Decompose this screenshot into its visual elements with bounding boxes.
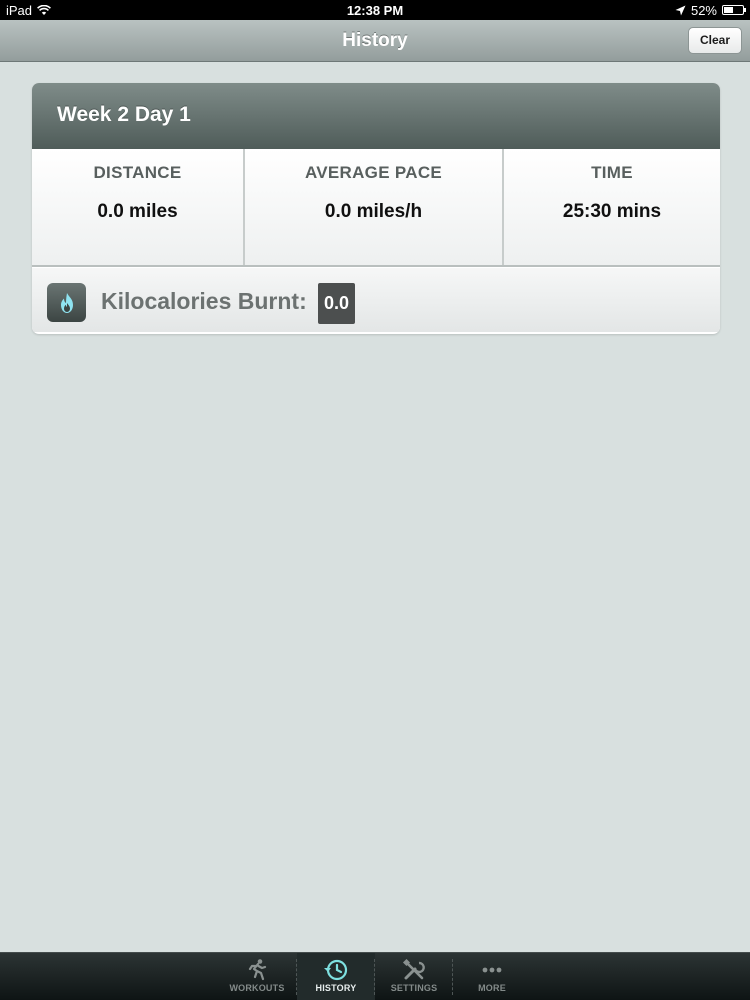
stat-label: DISTANCE: [93, 163, 182, 182]
tab-bar: WORKOUTS HISTORY SETTINGS MORE: [0, 952, 750, 1000]
tab-label: HISTORY: [315, 983, 357, 993]
more-dots-icon: [453, 953, 531, 983]
stat-time: TIME 25:30 mins: [504, 149, 720, 265]
kilocalories-label: Kilocalories Burnt:: [101, 288, 307, 314]
stat-distance: DISTANCE 0.0 miles: [32, 149, 245, 265]
tab-label: SETTINGS: [390, 983, 438, 993]
wifi-icon: [37, 4, 51, 15]
kilocalories-row: Kilocalories Burnt: 0.0: [32, 267, 720, 332]
status-right: 52%: [675, 2, 746, 18]
stats-row: DISTANCE 0.0 miles AVERAGE PACE 0.0 mile…: [32, 149, 720, 267]
stat-label: AVERAGE PACE: [304, 163, 443, 182]
clock-history-icon: [297, 953, 375, 983]
tools-icon: [375, 953, 453, 983]
tab-more[interactable]: MORE: [453, 953, 531, 1000]
stat-value: 0.0 miles: [97, 201, 178, 222]
stat-value: 0.0 miles/h: [324, 201, 423, 222]
stat-value: 25:30 mins: [562, 201, 662, 222]
stat-label: TIME: [591, 163, 633, 182]
tab-workouts[interactable]: WORKOUTS: [218, 953, 296, 1000]
status-time: 12:38 PM: [346, 2, 404, 18]
stat-average-pace: AVERAGE PACE 0.0 miles/h: [245, 149, 504, 265]
battery-fill: [724, 7, 734, 13]
kilocalories-value: 0.0: [318, 283, 355, 324]
nav-title: History: [342, 30, 408, 51]
tab-history[interactable]: HISTORY: [297, 953, 375, 1000]
history-entry-card[interactable]: Week 2 Day 1 DISTANCE 0.0 miles AVERAGE …: [32, 83, 720, 334]
runner-icon: [218, 953, 296, 983]
entry-title: Week 2 Day 1: [32, 83, 720, 149]
tab-label: MORE: [478, 983, 506, 993]
device-name: iPad: [6, 2, 33, 18]
status-left: iPad: [6, 3, 51, 18]
nav-bar: History Clear: [0, 20, 750, 62]
tab-label: WORKOUTS: [229, 983, 285, 993]
battery-icon: [722, 5, 746, 15]
tab-settings[interactable]: SETTINGS: [375, 953, 453, 1000]
flame-icon: [47, 283, 86, 322]
location-arrow-icon: [675, 5, 686, 15]
status-bar: iPad 12:38 PM 52%: [0, 0, 750, 20]
battery-percent: 52%: [690, 2, 717, 18]
clear-button[interactable]: Clear: [688, 27, 742, 54]
